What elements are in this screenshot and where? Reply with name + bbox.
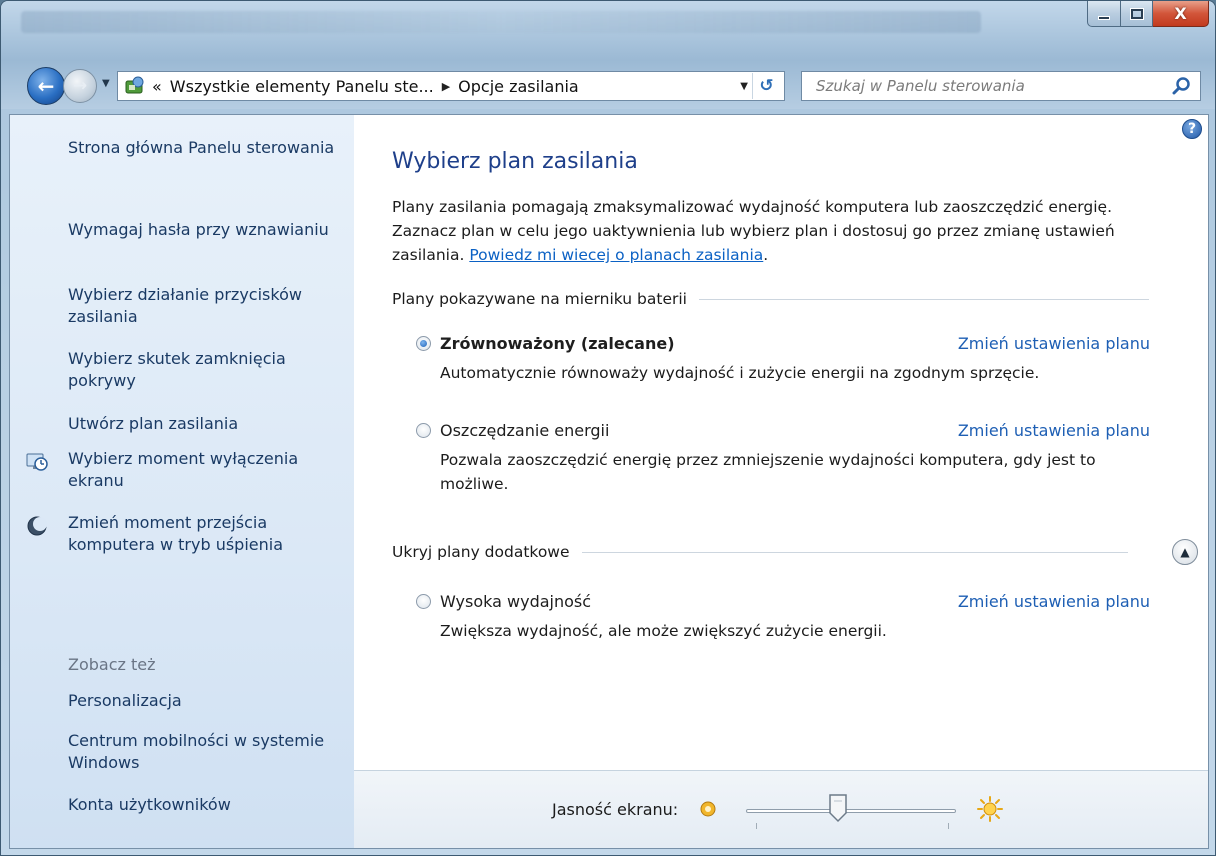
close-button[interactable]: X — [1153, 1, 1209, 27]
search-icon[interactable] — [1172, 76, 1192, 96]
brightness-slider-track[interactable] — [746, 809, 956, 813]
collapse-chevron-icon[interactable]: ▲ — [1172, 539, 1198, 565]
refresh-button[interactable]: ↺ — [752, 73, 780, 99]
brightness-low-icon — [700, 801, 716, 817]
divider — [698, 298, 1149, 300]
brightness-slider-thumb[interactable] — [828, 793, 848, 823]
plan-power-saver-desc: Pozwala zaoszczędzić energię przez zmnie… — [440, 451, 1096, 493]
minimize-button[interactable] — [1087, 1, 1121, 27]
hide-additional-plans-title[interactable]: Ukryj plany dodatkowe — [392, 543, 570, 561]
plan-balanced-desc: Automatycznie równoważy wydajność i zuży… — [440, 364, 1040, 382]
brightness-high-icon — [977, 796, 1003, 822]
plan-high-performance-name: Wysoka wydajność — [440, 592, 592, 611]
plan-high-performance-desc: Zwiększa wydajność, ale może zwiększyć z… — [440, 622, 887, 640]
plan-power-saver-radio[interactable]: Oszczędzanie energii — [416, 421, 609, 440]
page-title: Wybierz plan zasilania — [392, 149, 638, 174]
intro-text: Plany zasilania pomagają zmaksymalizować… — [392, 195, 1152, 267]
plan-high-performance-change-link[interactable]: Zmień ustawienia planu — [958, 592, 1150, 611]
additional-plans-heading: Ukryj plany dodatkowe — [392, 543, 1128, 561]
back-arrow-icon: ← — [37, 74, 55, 98]
control-panel-window: X ← → ▼ « Wszystkie elementy Panelu ste.… — [0, 0, 1216, 856]
minimize-icon — [1098, 15, 1110, 20]
plan-balanced-name: Zrównoważony (zalecane) — [440, 334, 675, 353]
sidebar-item-require-password[interactable]: Wymagaj hasła przy wznawianiu — [68, 219, 348, 241]
address-bar[interactable]: « Wszystkie elementy Panelu ste... ▶ Opc… — [117, 71, 785, 101]
breadcrumb-power-options[interactable]: Opcje zasilania — [458, 77, 579, 96]
task-pane: Strona główna Panelu sterowania Wymagaj … — [10, 115, 354, 848]
address-dropdown-icon[interactable]: ▼ — [740, 81, 748, 92]
breadcrumb-separator-icon[interactable]: ▶ — [442, 80, 450, 93]
breadcrumb-all-items[interactable]: Wszystkie elementy Panelu ste... — [170, 77, 434, 96]
moon-icon — [27, 516, 47, 536]
breadcrumb-overflow[interactable]: « — [152, 77, 162, 96]
radio-selected-icon — [416, 336, 431, 351]
learn-more-link[interactable]: Powiedz mi wiecej o planach zasilania — [469, 246, 763, 264]
close-icon: X — [1174, 4, 1187, 23]
plan-power-saver-change-link[interactable]: Zmień ustawienia planu — [958, 421, 1150, 440]
radio-unselected-icon — [416, 423, 431, 438]
search-input[interactable] — [802, 73, 1162, 99]
slider-tick — [756, 823, 757, 829]
battery-plans-heading: Plany pokazywane na mierniku baterii — [392, 290, 1149, 308]
title-bar-blurred — [21, 11, 981, 33]
sidebar-item-display-off[interactable]: Wybierz moment wyłączenia ekranu — [68, 448, 348, 492]
plan-power-saver-name: Oszczędzanie energii — [440, 421, 610, 440]
back-button[interactable]: ← — [27, 67, 65, 105]
main-panel: ? Wybierz plan zasilania Plany zasilania… — [354, 115, 1208, 770]
clock-monitor-icon — [26, 453, 48, 471]
plan-balanced-change-link[interactable]: Zmień ustawienia planu — [958, 334, 1150, 353]
forward-arrow-icon: → — [72, 76, 88, 96]
sidebar-item-mobility-center[interactable]: Centrum mobilności w systemie Windows — [68, 730, 348, 774]
see-also-heading: Zobacz też — [68, 655, 156, 674]
control-panel-icon — [122, 75, 148, 97]
plan-balanced-radio[interactable]: Zrównoważony (zalecane) — [416, 334, 675, 353]
navigation-bar: ← → ▼ « Wszystkie elementy Panelu ste...… — [1, 63, 1215, 109]
breadcrumb: « Wszystkie elementy Panelu ste... ▶ Opc… — [148, 77, 579, 96]
sidebar-item-sleep[interactable]: Zmień moment przejścia komputera w tryb … — [68, 512, 348, 556]
sidebar-item-lid-close[interactable]: Wybierz skutek zamknięcia pokrywy — [68, 348, 348, 392]
maximize-button[interactable] — [1121, 1, 1153, 27]
sidebar-item-user-accounts[interactable]: Konta użytkowników — [68, 794, 348, 816]
brightness-bar: Jasność ekranu: — [354, 770, 1208, 848]
slider-tick — [948, 823, 949, 829]
sidebar-item-control-panel-home[interactable]: Strona główna Panelu sterowania — [68, 137, 348, 159]
divider — [581, 551, 1128, 553]
sidebar-item-create-plan[interactable]: Utwórz plan zasilania — [68, 413, 348, 435]
sidebar-item-power-buttons[interactable]: Wybierz działanie przycisków zasilania — [68, 284, 348, 328]
caption-buttons: X — [1087, 1, 1209, 27]
radio-unselected-icon — [416, 594, 431, 609]
content-area: Strona główna Panelu sterowania Wymagaj … — [9, 114, 1209, 849]
help-icon[interactable]: ? — [1182, 119, 1202, 139]
intro-period: . — [763, 246, 769, 264]
refresh-icon: ↺ — [759, 76, 774, 96]
recent-pages-dropdown[interactable]: ▼ — [102, 78, 110, 89]
brightness-label: Jasność ekranu: — [552, 800, 679, 819]
forward-button[interactable]: → — [63, 69, 97, 103]
plan-high-performance-radio[interactable]: Wysoka wydajność — [416, 592, 591, 611]
search-box — [801, 71, 1201, 101]
maximize-icon — [1129, 7, 1144, 20]
battery-plans-title: Plany pokazywane na mierniku baterii — [392, 290, 687, 308]
sidebar-item-personalization[interactable]: Personalizacja — [68, 690, 348, 712]
